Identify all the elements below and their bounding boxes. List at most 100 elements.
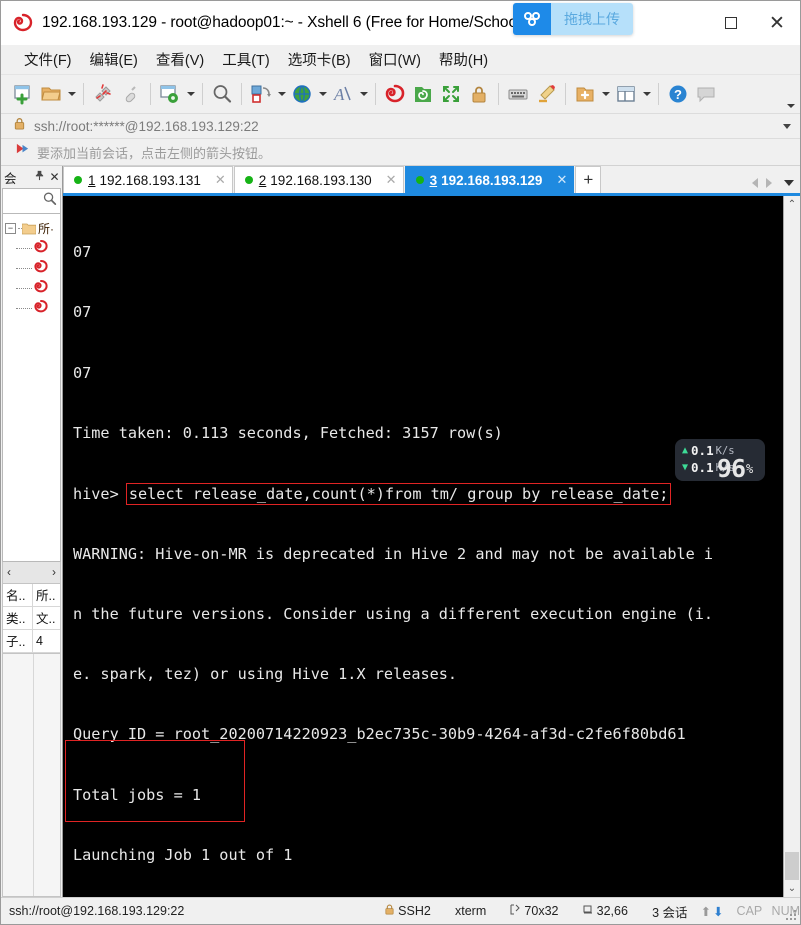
new-folder-dropdown-icon[interactable] [602, 92, 610, 96]
tab-label: 192.168.193.131 [99, 172, 201, 188]
size-icon [510, 904, 521, 918]
tab-192-168-193-129[interactable]: 3 192.168.193.129 ✕ [404, 166, 575, 193]
open-folder-icon[interactable] [37, 79, 65, 109]
cpu-usage-gauge: 96% [701, 435, 769, 503]
prev-tab-icon[interactable] [752, 178, 758, 188]
tab-close-icon[interactable]: ✕ [556, 172, 567, 188]
search-icon[interactable] [42, 191, 57, 211]
tab-close-icon[interactable]: ✕ [215, 172, 226, 188]
folder-icon [21, 222, 37, 235]
new-folder-icon[interactable] [571, 79, 599, 109]
connected-status-icon [244, 176, 253, 184]
new-session-icon[interactable] [9, 79, 37, 109]
highlight-icon[interactable] [532, 79, 560, 109]
xshell-icon [13, 13, 33, 33]
find-icon[interactable] [208, 79, 236, 109]
web-dropdown-icon[interactable] [319, 92, 327, 96]
xftp-icon[interactable] [409, 79, 437, 109]
keyboard-icon[interactable] [504, 79, 532, 109]
terminal-line: n the future versions. Consider using a … [73, 604, 714, 623]
font-dropdown-icon[interactable] [360, 92, 368, 96]
notice-text: 要添加当前会话，点击左侧的箭头按钮。 [37, 145, 272, 161]
menu-edit[interactable]: 编辑(E) [81, 46, 147, 73]
address-bar[interactable]: ssh://root:******@192.168.193.129:22 [1, 113, 800, 138]
resize-grip[interactable] [786, 910, 797, 921]
terminal-scrollbar[interactable]: ⌃ ⌄ [783, 196, 800, 897]
tree-expander-icon[interactable]: − [5, 222, 16, 234]
toolbar-separator [565, 83, 566, 105]
menu-tools[interactable]: 工具(T) [213, 46, 279, 73]
netdisk-drag-upload-widget[interactable]: 拖拽上传 [513, 3, 633, 35]
menu-view[interactable]: 查看(V) [147, 46, 213, 73]
web-icon[interactable] [288, 79, 316, 109]
next-tab-icon[interactable] [766, 178, 772, 188]
tab-192-168-193-131[interactable]: 1 192.168.193.131 ✕ [63, 166, 233, 193]
list-item[interactable] [3, 258, 60, 278]
scrollbar-thumb[interactable] [785, 852, 799, 880]
menu-file[interactable]: 文件(F) [15, 46, 81, 73]
file-transfer-dropdown-icon[interactable] [278, 92, 286, 96]
terminal-line: 07 [73, 363, 92, 382]
scroll-up-icon[interactable]: ⌃ [788, 196, 796, 213]
toolbar-overflow-icon[interactable] [787, 104, 795, 108]
tab-192-168-193-130[interactable]: 2 192.168.193.130 ✕ [233, 166, 404, 193]
menu-tabs[interactable]: 选项卡(B) [279, 46, 360, 73]
layout-icon[interactable] [612, 79, 640, 109]
tree-root-folder[interactable]: − 所· [3, 218, 60, 238]
nav-prev-button[interactable]: ‹ [7, 565, 11, 579]
toolbar-separator [202, 83, 203, 105]
window-controls: ✕ [708, 1, 800, 45]
session-properties-dropdown-icon[interactable] [187, 92, 195, 96]
tab-close-icon[interactable]: ✕ [386, 172, 397, 188]
terminal-output[interactable]: 07 07 07 Time taken: 0.113 seconds, Fetc… [63, 196, 783, 897]
address-dropdown-icon[interactable] [783, 124, 791, 129]
layout-dropdown-icon[interactable] [643, 92, 651, 96]
file-transfer-icon[interactable] [247, 79, 275, 109]
title-bar: 192.168.193.129 - root@hadoop01:~ - Xshe… [1, 1, 800, 45]
fullscreen-icon[interactable] [437, 79, 465, 109]
tab-list-icon[interactable] [784, 180, 794, 186]
nav-next-button[interactable]: › [52, 565, 56, 579]
lock-icon[interactable] [465, 79, 493, 109]
terminal-prompt-line: hive> select release_date,count(*)from t… [73, 483, 783, 506]
tab-bar: 1 192.168.193.131 ✕ 2 192.168.193.130 ✕ … [63, 166, 800, 196]
status-cursor-pos: 32,66 [583, 904, 628, 918]
terminal-line: e. spark, tez) or using Hive 1.X release… [73, 665, 458, 684]
close-button[interactable]: ✕ [754, 1, 800, 45]
status-cap-indicator: CAP [736, 904, 763, 918]
table-row: 名.. 所.. [3, 583, 60, 607]
menu-window[interactable]: 窗口(W) [360, 46, 430, 73]
maximize-button[interactable] [708, 1, 754, 45]
drag-upload-label: 拖拽上传 [551, 3, 633, 35]
pin-icon[interactable] [32, 170, 47, 184]
sidebar-search-box[interactable] [2, 188, 61, 214]
open-folder-dropdown-icon[interactable] [68, 92, 76, 96]
new-tab-button[interactable]: + [575, 166, 602, 193]
xshell-window: 192.168.193.129 - root@hadoop01:~ - Xshe… [0, 0, 801, 925]
status-protocol-label: SSH2 [398, 904, 431, 918]
menu-help[interactable]: 帮助(H) [430, 46, 497, 73]
terminal-line: 07 [73, 243, 92, 262]
list-item[interactable] [3, 298, 60, 318]
sessions-tree[interactable]: − 所· [2, 214, 61, 562]
toolbar-separator [150, 83, 151, 105]
tree-guide-line [16, 307, 32, 309]
xshell-icon[interactable] [381, 79, 409, 109]
list-item[interactable] [3, 238, 60, 258]
scrollbar-track[interactable] [784, 213, 800, 880]
tab-label: 192.168.193.130 [270, 172, 372, 188]
help-icon[interactable]: ? [664, 79, 692, 109]
property-key: 子.. [3, 629, 33, 652]
session-properties-icon[interactable] [156, 79, 184, 109]
sidebar-title: 会 [4, 171, 17, 186]
list-item[interactable] [3, 278, 60, 298]
font-icon[interactable]: A [329, 79, 357, 109]
network-speed-widget[interactable]: ▲ 0.1 K/s ▼ 0.1 K/s 96 % [675, 437, 765, 483]
close-icon[interactable]: ✕ [47, 170, 62, 184]
sessions-sidebar: 会 ✕ − 所· ‹ › 名.. 所.. 类.. 文.. 子.. 4 [1, 166, 63, 897]
tree-root-label: 所· [38, 221, 54, 236]
tree-guide-line [16, 247, 32, 249]
scroll-down-icon[interactable]: ⌄ [788, 880, 796, 897]
toolbar-separator [498, 83, 499, 105]
property-value: 4 [36, 633, 43, 648]
